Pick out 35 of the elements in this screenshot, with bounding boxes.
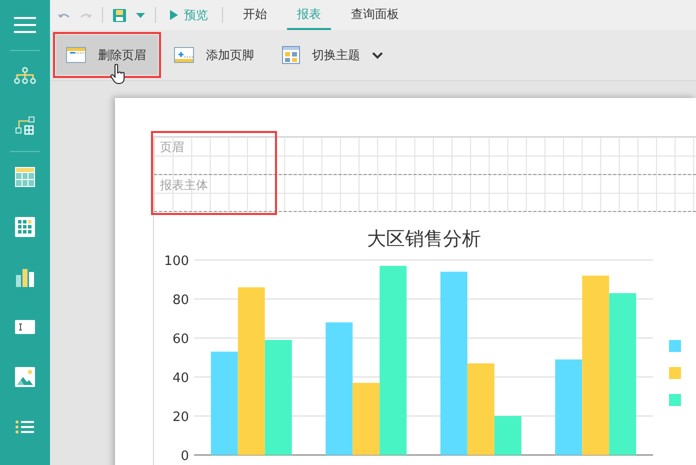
list-icon[interactable]: [15, 420, 35, 434]
axis-tick-label: 0: [180, 449, 189, 464]
footer-icon: [174, 47, 194, 63]
band-label: 页眉: [160, 140, 184, 154]
bar-chart-icon[interactable]: [15, 267, 35, 287]
axis-tick-label: 80: [172, 293, 189, 308]
image-icon[interactable]: [15, 367, 35, 387]
legend-swatch: [669, 340, 681, 352]
hand-cursor-icon: [110, 64, 126, 84]
legend-swatch: [669, 394, 681, 406]
header-icon: [66, 47, 86, 63]
theme-icon: [282, 46, 300, 64]
axis-tick-label: 100: [164, 254, 189, 269]
chart-title: 大区销售分析: [367, 228, 481, 250]
save-icon[interactable]: [113, 8, 126, 22]
grid-icon[interactable]: [15, 217, 35, 237]
add-nodes-icon[interactable]: [15, 116, 35, 136]
menu-icon[interactable]: [14, 17, 36, 33]
dropdown-caret-icon[interactable]: [136, 12, 145, 18]
menu-tab[interactable]: 开始: [233, 0, 277, 30]
axis-tick-label: 20: [172, 410, 189, 425]
axis-tick-label: 40: [172, 371, 189, 386]
undo-icon[interactable]: [58, 10, 70, 20]
org-chart-icon[interactable]: [14, 67, 36, 85]
chevron-down-icon[interactable]: [372, 52, 383, 58]
ribbon-button[interactable]: 切换主题: [272, 35, 395, 75]
ribbon-button[interactable]: 删除页眉: [56, 35, 158, 75]
table-icon[interactable]: [15, 167, 35, 187]
ribbon-button[interactable]: 添加页脚: [164, 35, 266, 75]
band-label: 报表主体: [160, 178, 208, 192]
legend-swatch: [669, 367, 681, 379]
menu-tab[interactable]: 查询面板: [341, 0, 409, 30]
play-icon: [170, 10, 178, 20]
text-box-icon[interactable]: [15, 320, 35, 334]
axis-tick-label: 60: [172, 332, 189, 347]
